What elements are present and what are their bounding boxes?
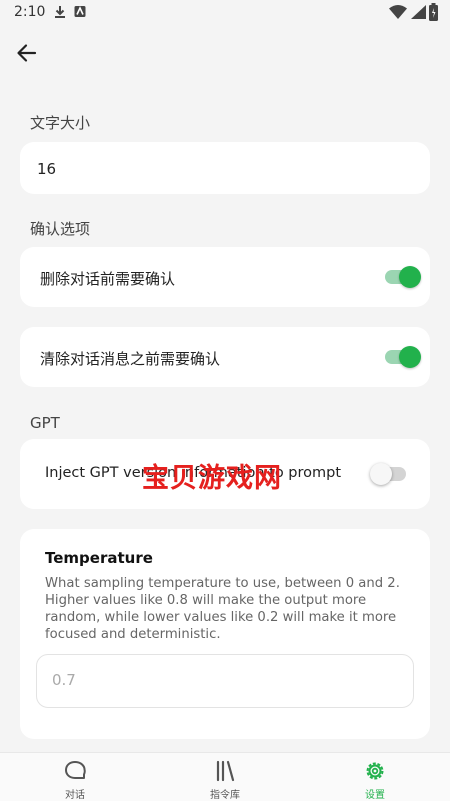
confirm-section-label: 确认选项 [30, 220, 91, 238]
watermark: 宝贝游戏网 [142, 463, 282, 494]
temperature-title: Temperature [45, 549, 153, 567]
nav-chat[interactable]: 对话 [0, 753, 150, 801]
temperature-placeholder: 0.7 [52, 671, 76, 689]
chat-icon [65, 761, 86, 779]
wifi-icon [389, 5, 407, 19]
nav-settings-label: 设置 [365, 790, 385, 801]
gpt-section-label: GPT [30, 414, 60, 432]
nav-chat-label: 对话 [65, 790, 85, 801]
confirm-clear-label: 清除对话消息之前需要确认 [40, 350, 221, 368]
nav-library-label: 指令库 [210, 790, 240, 801]
temperature-card: Temperature What sampling temperature to… [20, 529, 430, 739]
font-size-section-label: 文字大小 [30, 114, 91, 132]
status-bar: 2:10 [0, 0, 450, 26]
nav-settings[interactable]: 设置 [300, 753, 450, 801]
signal-icon [411, 5, 426, 19]
inject-gpt-toggle[interactable] [370, 463, 406, 485]
library-icon [216, 760, 235, 782]
gear-icon [366, 762, 384, 780]
temperature-input[interactable]: 0.7 [36, 654, 414, 708]
temperature-description: What sampling temperature to use, betwee… [45, 576, 400, 642]
download-icon [55, 6, 65, 18]
battery-icon [429, 3, 438, 21]
nav-library[interactable]: 指令库 [150, 753, 300, 801]
confirm-delete-toggle[interactable] [385, 266, 421, 288]
confirm-delete-row: 删除对话前需要确认 [20, 247, 430, 307]
font-size-value: 16 [37, 160, 57, 178]
confirm-clear-toggle[interactable] [385, 346, 421, 368]
bottom-nav: 对话 指令库 设置 [0, 752, 450, 801]
app-notification-icon [74, 6, 86, 17]
confirm-clear-row: 清除对话消息之前需要确认 [20, 327, 430, 387]
font-size-input[interactable]: 16 [20, 142, 430, 194]
back-arrow-icon[interactable] [14, 40, 40, 66]
status-time: 2:10 [14, 4, 46, 20]
confirm-delete-label: 删除对话前需要确认 [40, 270, 176, 288]
